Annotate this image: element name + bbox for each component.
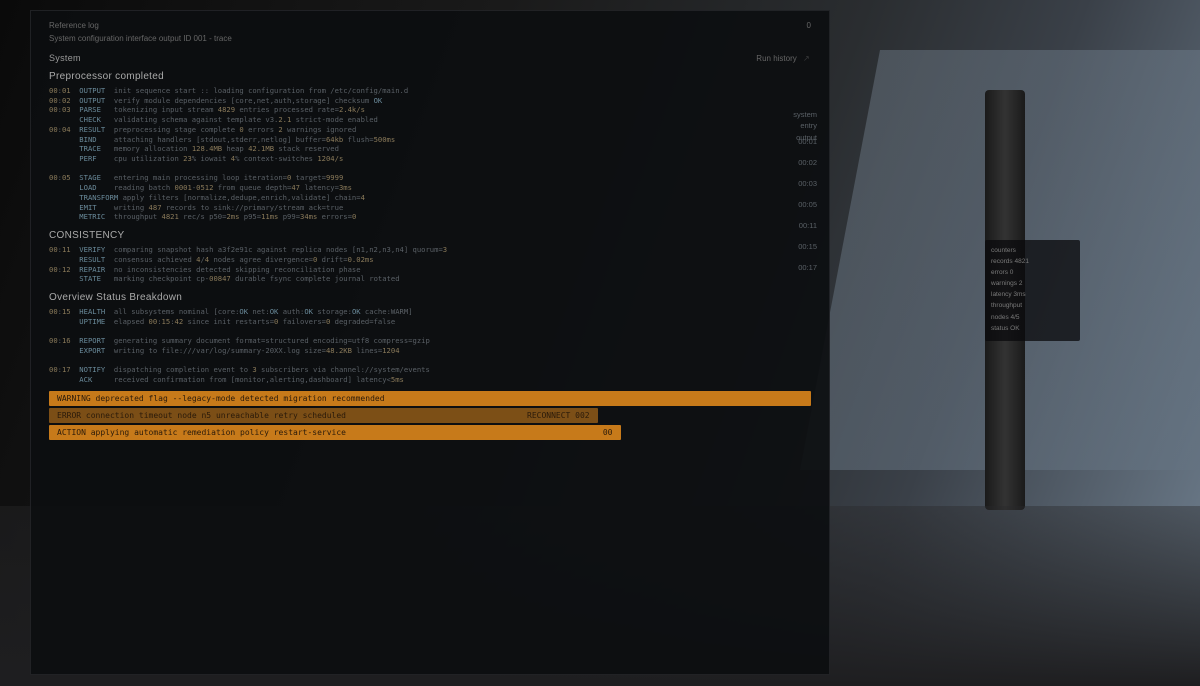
highlight-action[interactable]: ACTION applying automatic remediation po… — [49, 425, 621, 440]
section-consistency-title: CONSISTENCY — [49, 230, 811, 241]
header-row-2: System configuration interface output ID… — [49, 34, 811, 43]
timestamp: 00:01 — [747, 131, 817, 152]
log-block-2[interactable]: 00:11 VERIFY comparing snapshot hash a3f… — [49, 245, 811, 284]
timestamp: 00:11 — [747, 215, 817, 236]
section-preprocessor-title: Preprocessor completed — [49, 71, 811, 82]
external-link-icon: ↗ — [803, 54, 811, 62]
highlight-text: ERROR connection timeout node n5 unreach… — [57, 411, 346, 420]
timestamp-column: 00:0100:0200:0300:0500:1100:1500:17 — [747, 131, 817, 278]
stats-line: throughput — [991, 301, 1074, 310]
highlight-text: WARNING deprecated flag --legacy-mode de… — [57, 394, 385, 403]
stats-line: status OK — [991, 324, 1074, 333]
header-title-row: System Run history ↗ — [49, 53, 811, 63]
header-badge: 0 — [807, 21, 811, 30]
run-history-label: Run history — [756, 54, 796, 63]
highlight-tag: RECONNECT 002 — [527, 411, 590, 420]
stats-line: latency 3ms — [991, 290, 1074, 299]
stats-line: records 4821 — [991, 257, 1074, 266]
log-block-3[interactable]: 00:15 HEALTH all subsystems nominal [cor… — [49, 307, 811, 385]
system-title: System — [49, 53, 81, 63]
stats-line: nodes 4/5 — [991, 313, 1074, 322]
header-ref-label: Reference log — [49, 21, 99, 30]
run-history-link[interactable]: Run history ↗ — [756, 54, 811, 63]
header-subtitle: System configuration interface output ID… — [49, 34, 232, 43]
timestamp: 00:02 — [747, 152, 817, 173]
stats-line: counters — [991, 246, 1074, 255]
highlight-error[interactable]: ERROR connection timeout node n5 unreach… — [49, 408, 598, 423]
highlight-tag: 00 — [603, 428, 613, 437]
highlight-warning[interactable]: WARNING deprecated flag --legacy-mode de… — [49, 391, 811, 406]
stats-line: warnings 2 — [991, 279, 1074, 288]
log-block-1[interactable]: 00:01 OUTPUT init sequence start :: load… — [49, 86, 811, 222]
timestamp: 00:17 — [747, 257, 817, 278]
highlight-text: ACTION applying automatic remediation po… — [57, 428, 346, 437]
side-label: system — [747, 109, 817, 120]
stats-line: errors 0 — [991, 268, 1074, 277]
terminal-panel: Reference log 0 System configuration int… — [30, 10, 830, 675]
side-label: entry — [747, 120, 817, 131]
timestamp: 00:15 — [747, 236, 817, 257]
floating-stats-panel: counters records 4821 errors 0 warnings 2 la… — [985, 240, 1080, 341]
section-overview-title: Overview Status Breakdown — [49, 292, 811, 303]
timestamp: 00:03 — [747, 173, 817, 194]
timestamp: 00:05 — [747, 194, 817, 215]
header-row-1: Reference log 0 — [49, 21, 811, 30]
